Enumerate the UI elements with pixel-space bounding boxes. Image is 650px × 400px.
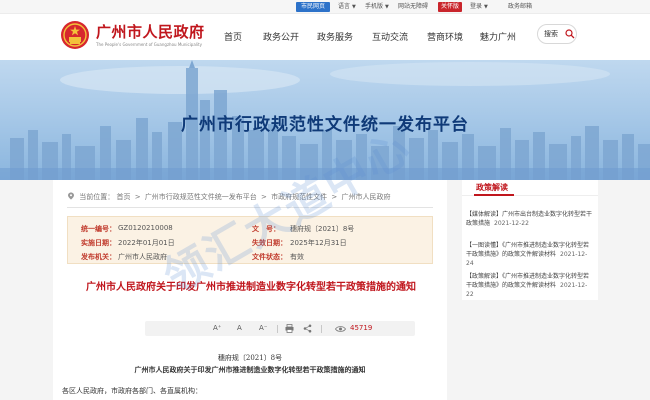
reading-toolbar: A⁺ A A⁻ 45719 [145, 321, 415, 336]
issuer-label: 发布机关： [81, 253, 116, 261]
view-count: 45719 [350, 324, 373, 332]
breadcrumb-municipal-docs[interactable]: 市政府规范性文件 [271, 193, 327, 201]
serial-label: 统一编号： [81, 225, 116, 233]
issuer-value: 广州市人民政府 [118, 253, 167, 261]
accessibility-link[interactable]: 网站无障碍 [398, 2, 428, 12]
implementation-date-value: 2022年01月01日 [118, 239, 175, 247]
doc-number-label: 文 号： [252, 225, 280, 233]
status-value: 有效 [290, 253, 304, 261]
login-menu[interactable]: 登录 ▼ [470, 2, 488, 12]
divider [67, 207, 433, 208]
nav-interaction[interactable]: 互动交流 [372, 30, 408, 43]
site-label-button[interactable]: 市民网页 [296, 2, 330, 12]
sidebar-title: 政策解读 [476, 183, 508, 192]
search-icon [565, 29, 575, 39]
chevron-down-icon: ▼ [385, 4, 389, 10]
interpretation-item[interactable]: 【媒体解读】广州市出台制造业数字化转型若干政策措施 2021-12-22 [466, 210, 594, 228]
national-emblem-icon[interactable] [60, 20, 90, 50]
interpretation-item[interactable]: 【政策解读】《广州市推进制造业数字化转型若干政策措施》的政策文件解读材料 2021… [466, 272, 594, 299]
status-label: 文件状态： [252, 253, 287, 261]
care-version-button[interactable]: 关怀版 [438, 2, 462, 12]
nav-charming-guangzhou[interactable]: 魅力广州 [480, 30, 516, 43]
breadcrumb-city-government[interactable]: 广州市人民政府 [342, 193, 391, 201]
font-default-button[interactable]: A [237, 324, 242, 332]
interpretation-item-text: 【媒体解读】广州市出台制造业数字化转型若干政策措施 [466, 211, 593, 227]
nav-gov-services[interactable]: 政务服务 [317, 30, 353, 43]
breadcrumb-home[interactable]: 首页 [116, 193, 130, 201]
mobile-version-menu[interactable]: 手机版 ▼ [365, 2, 389, 12]
search-label: 搜索 [544, 30, 558, 38]
platform-title: 广州市行政规范性文件统一发布平台 [181, 115, 469, 135]
font-enlarge-button[interactable]: A⁺ [213, 324, 221, 332]
document-meta-table: 统一编号： GZ0120210008 文 号： 穗府规〔2021〕8号 实施日期… [67, 216, 433, 264]
site-title[interactable]: 广州市人民政府 [96, 21, 205, 42]
font-reduce-button[interactable]: A⁻ [259, 324, 267, 332]
breadcrumb-prefix: 当前位置： [79, 193, 115, 201]
breadcrumb-separator: > [331, 193, 338, 201]
gov-mail-link[interactable]: 政务邮箱 [508, 2, 532, 12]
site-header: 广州市人民政府 The People's Government of Guang… [0, 14, 650, 60]
expiry-date-value: 2025年12月31日 [290, 239, 347, 247]
breadcrumb-separator: > [134, 193, 141, 201]
nav-gov-affairs-open[interactable]: 政务公开 [263, 30, 299, 43]
nav-business-environment[interactable]: 营商环境 [427, 30, 463, 43]
document-panel: 当前位置： 首页 > 广州市行政规范性文件统一发布平台 > 市政府规范性文件 >… [53, 180, 447, 400]
toolbar-separator [277, 325, 278, 333]
policy-interpretation-panel: 政策解读 【媒体解读】广州市出台制造业数字化转型若干政策措施 2021-12-22… [462, 180, 598, 300]
language-menu[interactable]: 语言 ▼ [338, 2, 356, 12]
print-icon[interactable] [285, 324, 294, 333]
site-subtitle: The People's Government of Guangzhou Mun… [96, 42, 202, 47]
interpretation-item-date: 2021-12-22 [494, 220, 529, 227]
document-title: 广州市人民政府关于印发广州市推进制造业数字化转型若干政策措施的通知 [86, 282, 416, 293]
search-box[interactable]: 搜索 [537, 24, 577, 44]
expiry-date-label: 失效日期： [252, 239, 287, 247]
nav-home[interactable]: 首页 [224, 30, 242, 43]
serial-value: GZ0120210008 [118, 224, 173, 232]
document-subtitle: 广州市人民政府关于印发广州市推进制造业数字化转型若干政策措施的通知 [134, 365, 366, 374]
chevron-down-icon: ▼ [484, 4, 488, 10]
doc-number-value: 穗府规〔2021〕8号 [290, 225, 355, 233]
language-label: 语言 [338, 3, 351, 10]
breadcrumb-separator: > [261, 193, 267, 201]
chevron-down-icon: ▼ [352, 4, 356, 10]
breadcrumb: 当前位置： 首页 > 广州市行政规范性文件统一发布平台 > 市政府规范性文件 >… [67, 192, 391, 202]
share-icon[interactable] [303, 324, 312, 333]
top-utility-bar: 市民网页 语言 ▼ 手机版 ▼ 网站无障碍 关怀版 登录 ▼ 政务邮箱 [0, 0, 650, 14]
sidebar-header: 政策解读 [462, 180, 598, 196]
breadcrumb-platform[interactable]: 广州市行政规范性文件统一发布平台 [145, 193, 257, 201]
document-body: 各区人民政府，市政府各部门、各直属机构： [62, 387, 202, 395]
interpretation-item[interactable]: 【一图读懂】《广州市推进制造业数字化转型若干政策措施》的政策文件解读材料 2021… [466, 241, 594, 268]
mobile-label: 手机版 [365, 3, 384, 10]
toolbar-separator [321, 325, 322, 333]
location-icon [68, 192, 74, 200]
document-number: 穗府规〔2021〕8号 [217, 354, 283, 362]
eye-icon [335, 326, 346, 332]
implementation-date-label: 实施日期： [81, 239, 116, 247]
login-label: 登录 [470, 3, 483, 10]
page-banner: 广州市行政规范性文件统一发布平台 [0, 60, 650, 180]
title-underline [474, 194, 514, 196]
